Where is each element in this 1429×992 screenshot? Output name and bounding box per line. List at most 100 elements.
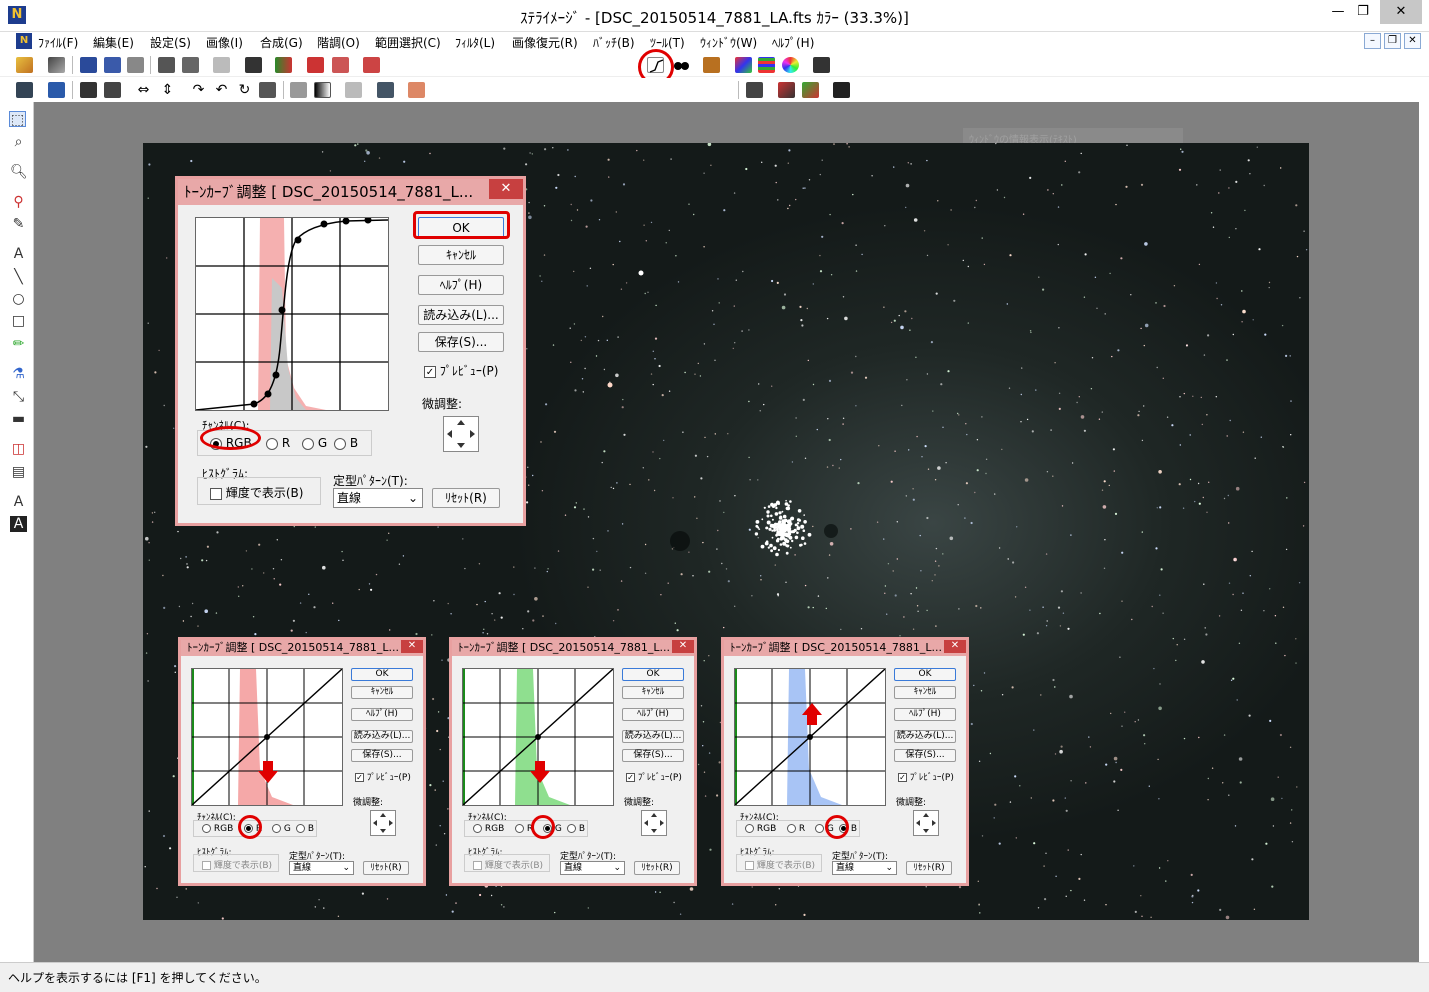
save-icon[interactable] [80,57,97,73]
binoculars-icon[interactable] [673,57,690,73]
rgb-channels-icon[interactable] [758,57,775,73]
menu-file[interactable]: ﾌｧｲﾙ(F) [38,34,78,51]
hue-wheel-icon[interactable] [782,57,799,73]
maximize-button[interactable]: ❐ [1345,0,1381,24]
print-preview-icon[interactable] [127,57,144,73]
channel-r-radio[interactable]: R [266,436,290,450]
window-close-all-icon[interactable] [833,82,850,98]
zoom-tool-icon[interactable]: 🔍︎ [10,164,28,180]
flip-horizontal-icon[interactable]: ⇔ [135,82,152,98]
crop-icon[interactable] [104,82,121,98]
small-channel-r-radio[interactable]: R [787,824,805,834]
preview-checkbox[interactable]: ✓ ﾌﾟﾚﾋﾞｭｰ(P) [424,362,498,379]
menu-edit[interactable]: 編集(E) [93,34,134,51]
measure-icon[interactable] [408,82,425,98]
text-tool-icon[interactable]: A [10,246,27,262]
menu-range-select[interactable]: 範囲選択(C) [375,34,441,51]
help-button[interactable]: ﾍﾙﾌﾟ(H) [418,275,504,295]
export-icon[interactable] [158,57,175,73]
rotate-right-icon[interactable]: ↷ [190,82,207,98]
small-dialog-close-button[interactable]: ✕ [401,640,423,653]
menu-image[interactable]: 画像(I) [206,34,243,51]
menu-filter[interactable]: ﾌｨﾙﾀ(L) [455,34,495,51]
small-help-button[interactable]: ﾍﾙﾌﾟ(H) [351,708,413,721]
small-luminance-checkbox[interactable]: 輝度で表示(B) [745,858,815,871]
print-icon[interactable] [182,57,199,73]
tile-icon[interactable] [80,82,97,98]
small-preview-checkbox[interactable]: ✓ ﾌﾟﾚﾋﾞｭｰ(P) [355,770,411,783]
small-preview-checkbox[interactable]: ✓ ﾌﾟﾚﾋﾞｭｰ(P) [626,770,682,783]
layers-icon[interactable] [703,57,720,73]
window-tile-icon[interactable] [746,82,763,98]
small-channel-g-radio[interactable]: G [272,824,291,834]
small-cancel-button[interactable]: ｷｬﾝｾﾙ [894,686,956,699]
ellipse-tool-icon[interactable]: ○ [10,291,27,307]
tone-curve-graph[interactable] [195,216,389,411]
small-ok-button[interactable]: OK [622,668,684,681]
small-fine-adjust-pad[interactable] [913,810,939,836]
pencil-tool-icon[interactable]: ✏ [10,336,27,352]
levels-icon[interactable] [275,57,292,73]
small-fine-adjust-pad[interactable] [641,810,667,836]
small-dialog-close-button[interactable]: ✕ [944,640,966,653]
star-measure-tool-icon[interactable]: ⤡ [10,389,27,405]
small-save-button[interactable]: 保存(S)... [622,749,684,762]
reset-button[interactable]: ﾘｾｯﾄ(R) [432,488,500,508]
small-reset-button[interactable]: ﾘｾｯﾄ(R) [906,861,952,875]
small-dialog-close-button[interactable]: ✕ [672,640,694,653]
small-tone-curve-graph[interactable] [734,668,886,806]
small-reset-button[interactable]: ﾘｾｯﾄ(R) [363,861,409,875]
menu-settings[interactable]: 設定(S) [150,34,191,51]
small-load-button[interactable]: 読み込み(L)... [622,730,684,743]
small-tone-curve-graph[interactable] [462,668,614,806]
copy-icon[interactable] [345,82,362,98]
gradient-icon[interactable] [314,82,331,98]
save-button[interactable]: 保存(S)... [418,332,504,352]
rotate-left-icon[interactable]: ↶ [213,82,230,98]
annotate-dark-tool-icon[interactable]: A [10,516,27,532]
small-channel-rgb-radio[interactable]: RGB [202,824,233,834]
wand-tool-icon[interactable]: ✎ [10,216,27,232]
rectangle-tool-icon[interactable]: □ [10,313,27,329]
settings-icon[interactable] [16,82,33,98]
small-channel-rgb-radio[interactable]: RGB [745,824,776,834]
small-fine-adjust-pad[interactable] [370,810,396,836]
histogram-icon[interactable] [307,57,324,73]
menu-composite[interactable]: 合成(G) [260,34,303,51]
undo-icon[interactable] [213,57,230,73]
small-cancel-button[interactable]: ｷｬﾝｾﾙ [351,686,413,699]
book-tool-icon[interactable]: ▤ [10,464,27,480]
monitor-icon[interactable] [813,57,830,73]
channel-b-radio[interactable]: B [334,436,358,450]
load-button[interactable]: 読み込み(L)... [418,305,504,325]
small-ok-button[interactable]: OK [894,668,956,681]
open-icon[interactable] [16,57,33,73]
small-help-button[interactable]: ﾍﾙﾌﾟ(H) [622,708,684,721]
menu-help[interactable]: ﾍﾙﾌﾟ(H) [772,34,814,51]
flip-vertical-icon[interactable]: ⇕ [159,82,176,98]
menu-tone[interactable]: 階調(O) [317,34,360,51]
small-cancel-button[interactable]: ｷｬﾝｾﾙ [622,686,684,699]
small-preview-checkbox[interactable]: ✓ ﾌﾟﾚﾋﾞｭｰ(P) [898,770,954,783]
small-save-button[interactable]: 保存(S)... [351,749,413,762]
line-tool-icon[interactable]: ╲ [10,269,27,285]
small-pattern-select[interactable]: 直線 ⌄ [832,861,897,875]
small-load-button[interactable]: 読み込み(L)... [894,730,956,743]
dialog-close-button[interactable]: ✕ [489,179,523,199]
menu-restore[interactable]: 画像復元(R) [512,34,578,51]
info-icon[interactable] [245,57,262,73]
small-reset-button[interactable]: ﾘｾｯﾄ(R) [634,861,680,875]
fine-adjust-pad[interactable] [443,416,479,452]
histogram-rgb-icon[interactable] [332,57,349,73]
gray-icon[interactable] [290,82,307,98]
mdi-restore-button[interactable]: ❐ [1384,33,1401,49]
zoom-area-tool-icon[interactable]: ⌕ [10,134,27,150]
small-save-button[interactable]: 保存(S)... [894,749,956,762]
save-all-icon[interactable] [104,57,121,73]
small-channel-b-radio[interactable]: B [296,824,314,834]
rotate-icon[interactable]: ↻ [236,82,253,98]
small-load-button[interactable]: 読み込み(L)... [351,730,413,743]
vertical-scrollbar[interactable] [1419,102,1429,962]
annotate-tool-icon[interactable]: A [10,494,27,510]
color-balance-icon[interactable] [735,57,752,73]
